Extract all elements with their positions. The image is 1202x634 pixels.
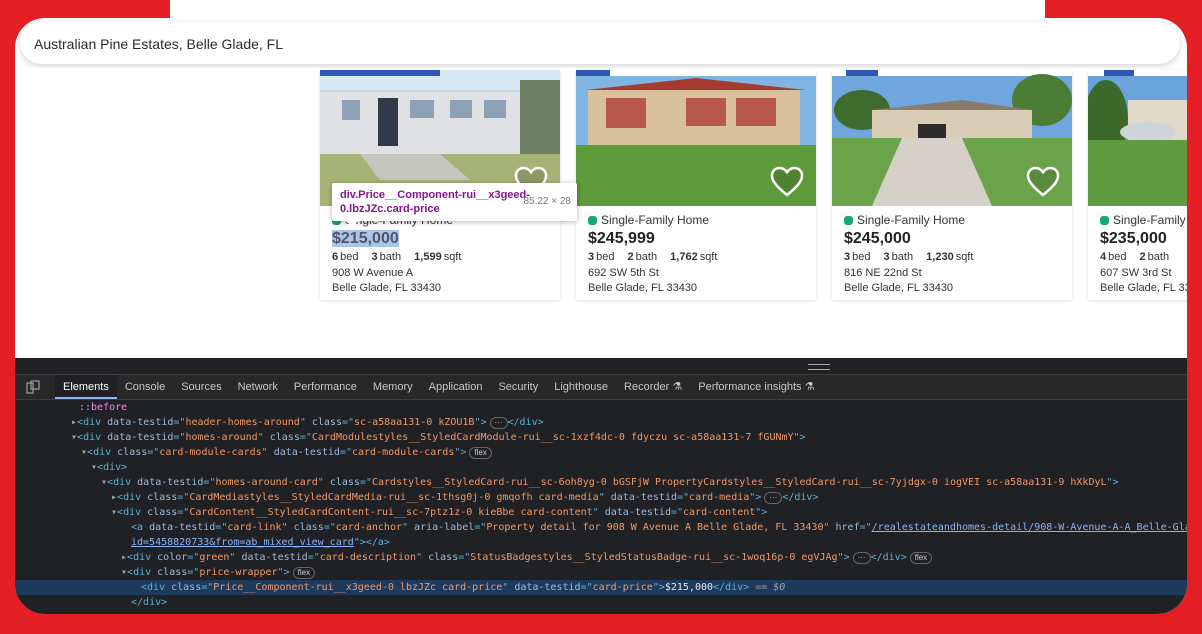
card-price: $245,000	[844, 230, 911, 247]
card-address-line2[interactable]: Belle Glade, FL 33430	[1100, 282, 1187, 294]
status-dot-icon	[588, 215, 597, 225]
tab-console[interactable]: Console	[117, 375, 173, 399]
grip-icon	[808, 364, 830, 370]
tooltip-size: 85.22 × 28	[523, 196, 571, 207]
tree-node[interactable]: <a data-testid="card-link" class="card-a…	[15, 520, 1187, 535]
card-description: Single-Family Home	[844, 213, 965, 227]
tab-performance[interactable]: Performance	[286, 375, 365, 399]
card-description: Single-Family Home	[588, 213, 709, 227]
tree-node[interactable]: ▾<div class="CardContent__StyledCardCont…	[15, 505, 1187, 520]
tree-node[interactable]: ▾<div class="card-module-cards" data-tes…	[15, 445, 1187, 460]
card-media[interactable]	[1088, 70, 1187, 206]
status-label: Single-Family H	[1113, 213, 1187, 227]
tree-node[interactable]: id=5458820733&from=ab_mixed_view_card"><…	[15, 535, 1187, 550]
experiment-flask-icon: ⚗	[672, 381, 683, 393]
card-address-line1[interactable]: 908 W Avenue A	[332, 267, 413, 279]
device-toolbar-icon[interactable]	[21, 375, 45, 399]
status-label: Single-Family Home	[857, 213, 966, 227]
favorite-heart-icon[interactable]	[1026, 166, 1060, 198]
card-description: Single-Family H	[1100, 213, 1187, 227]
card-specs: 4 bed 2 bath	[1100, 251, 1170, 263]
tree-node[interactable]: ▾<div data-testid="homes-around-card" cl…	[15, 475, 1187, 490]
tree-node[interactable]: ▸<div color="green" data-testid="card-de…	[15, 550, 1187, 565]
tree-node-before[interactable]: ::before	[15, 400, 1187, 415]
inspect-tooltip: div.Price__Component-rui__x3geed-0.lbzJZ…	[332, 183, 577, 227]
tree-node[interactable]: ▾<div class="price-wrapper"> flex	[15, 565, 1187, 580]
status-dot-icon	[1100, 215, 1109, 225]
homes-around-section: Single-Family Home $215,000 6bed 3bath 1…	[15, 68, 1187, 358]
property-card[interactable]: Single-Family H $235,000 4bed 2bath 607 …	[1088, 70, 1187, 300]
card-price: $215,000	[332, 230, 399, 247]
tab-performance-insights[interactable]: Performance insights ⚗	[690, 375, 822, 399]
tooltip-selector: div.Price__Component-rui__x3geed-0.lbzJZ…	[340, 189, 530, 215]
card-address-line2[interactable]: Belle Glade, FL 33430	[844, 282, 953, 294]
tree-node[interactable]: </div>	[15, 595, 1187, 610]
tree-node[interactable]: ▾<div data-testid="homes-around" class="…	[15, 430, 1187, 445]
tab-network[interactable]: Network	[230, 375, 286, 399]
tree-node-selected[interactable]: <div class="Price__Component-rui__x3geed…	[15, 580, 1187, 595]
card-specs: 6 bed 3 bath 1,599 sqft	[332, 251, 462, 263]
card-address-line1[interactable]: 607 SW 3rd St	[1100, 267, 1172, 279]
devtools-resize-handle[interactable]	[15, 358, 1187, 375]
elements-tree: ::before ▸<div data-testid="header-homes…	[15, 400, 1187, 614]
experiment-flask-icon: ⚗	[804, 381, 815, 393]
devtools-panel: Elements Console Sources Network Perform…	[15, 358, 1187, 614]
card-address-line2[interactable]: Belle Glade, FL 33430	[332, 282, 441, 294]
property-card[interactable]: Single-Family Home $245,000 3 bed 3 bath 1…	[832, 70, 1072, 300]
browser-frame: Australian Pine Estates, Belle Glade, FL	[15, 18, 1187, 614]
property-card[interactable]: Single-Family Home $245,999 3 bed 2 bath 1…	[576, 70, 816, 300]
status-label: Single-Family Home	[601, 213, 710, 227]
tab-memory[interactable]: Memory	[365, 375, 421, 399]
tab-sources[interactable]: Sources	[173, 375, 229, 399]
tab-security[interactable]: Security	[490, 375, 546, 399]
tab-recorder[interactable]: Recorder ⚗	[616, 375, 690, 399]
tree-node[interactable]: ▸<div data-testid="header-homes-around" …	[15, 415, 1187, 430]
card-specs: 3 bed 3 bath 1,230 sqft	[844, 251, 974, 263]
card-price: $245,999	[588, 230, 655, 247]
tooltip-arrow	[346, 221, 358, 227]
favorite-heart-icon[interactable]	[770, 166, 804, 198]
card-price: $235,000	[1100, 230, 1167, 247]
tab-elements[interactable]: Elements	[55, 375, 117, 399]
card-address-line1[interactable]: 816 NE 22nd St	[844, 267, 922, 279]
card-address-line1[interactable]: 692 SW 5th St	[588, 267, 659, 279]
tab-application[interactable]: Application	[421, 375, 491, 399]
search-input[interactable]: Australian Pine Estates, Belle Glade, FL	[34, 36, 283, 52]
card-specs: 3 bed 2 bath 1,762 sqft	[588, 251, 718, 263]
search-bar[interactable]: Australian Pine Estates, Belle Glade, FL	[20, 22, 1180, 64]
devtools-tabbar: Elements Console Sources Network Perform…	[15, 375, 1187, 400]
tree-node[interactable]: ▾<div>	[15, 460, 1187, 475]
tree-node[interactable]: ▸<div class="CardMediastyles__StyledCard…	[15, 490, 1187, 505]
card-address-line2[interactable]: Belle Glade, FL 33430	[588, 282, 697, 294]
status-dot-icon	[844, 215, 853, 225]
tab-lighthouse[interactable]: Lighthouse	[546, 375, 616, 399]
